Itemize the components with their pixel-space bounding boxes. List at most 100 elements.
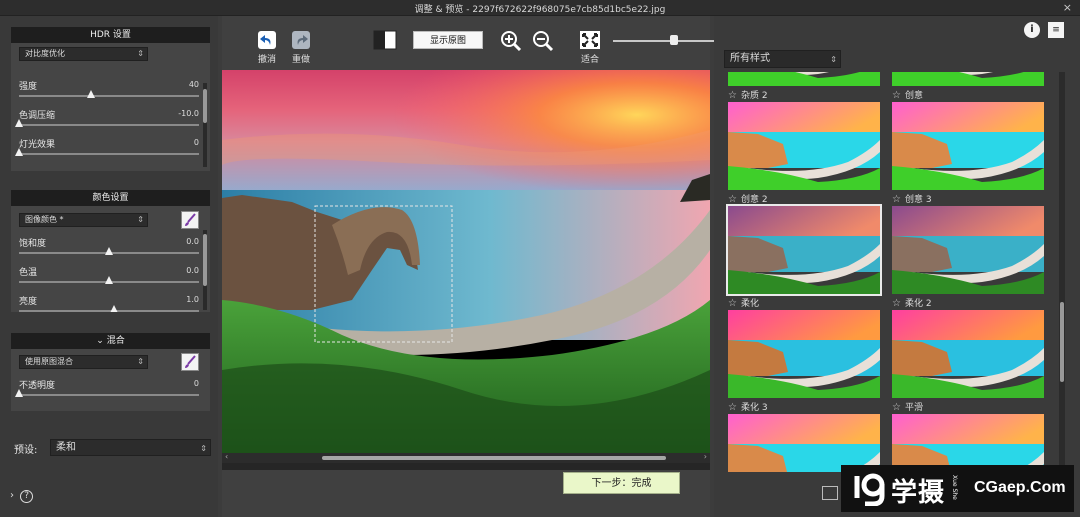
favorite-star-icon[interactable]: ☆ xyxy=(728,90,737,101)
slider-thumb[interactable] xyxy=(15,119,23,127)
hdr-scrollbar[interactable] xyxy=(203,83,207,167)
slider-track[interactable] xyxy=(19,95,199,97)
styles-scrollbar[interactable] xyxy=(1059,72,1065,472)
style-thumbnail[interactable]: ☆ 创意 2 xyxy=(724,102,880,206)
favorite-star-icon[interactable]: ☆ xyxy=(728,402,737,413)
style-thumbnail[interactable]: ☆ 柔化 3 xyxy=(724,310,880,414)
slider-thumb[interactable] xyxy=(15,389,23,397)
style-preview-image[interactable] xyxy=(728,72,880,86)
slider-strength[interactable]: 强度 40 xyxy=(19,79,199,105)
style-preview-image[interactable] xyxy=(892,72,1044,86)
style-filter-select[interactable]: 所有样式 ⇕ xyxy=(724,50,841,68)
style-thumbnail[interactable]: ☆ xyxy=(888,414,1044,472)
scroll-right-icon[interactable]: › xyxy=(704,452,707,461)
favorite-star-icon[interactable]: ☆ xyxy=(892,90,901,101)
color-mode-select[interactable]: 图像颜色 * ⇕ xyxy=(19,213,148,227)
style-preview-image[interactable] xyxy=(892,206,1044,294)
slider-thumb[interactable] xyxy=(105,276,113,284)
preview-image xyxy=(222,70,710,453)
preset-select[interactable]: 柔和 ⇕ xyxy=(50,439,211,456)
slider-value: 0 xyxy=(193,138,199,147)
slider-tone-compression[interactable]: 色调压缩 -10.0 xyxy=(15,108,199,134)
style-preview-image[interactable] xyxy=(728,414,880,472)
checkbox[interactable] xyxy=(822,486,838,500)
style-thumbnail[interactable]: ☆ xyxy=(724,414,880,472)
slider-track[interactable] xyxy=(19,124,199,126)
color-brush-button[interactable] xyxy=(181,211,199,229)
redo-icon xyxy=(292,31,310,49)
thumbnail-image xyxy=(728,72,880,86)
style-preview-image[interactable] xyxy=(892,310,1044,398)
redo-button[interactable]: 重做 xyxy=(291,30,311,65)
slider-color-temperature[interactable]: 色温 0.0 xyxy=(19,265,199,291)
preset-value: 柔和 xyxy=(56,442,76,453)
favorite-star-icon[interactable]: ☆ xyxy=(892,402,901,413)
scrollbar-thumb[interactable] xyxy=(203,89,207,123)
scrollbar-thumb[interactable] xyxy=(1060,302,1064,382)
style-thumbnail[interactable]: ☆ 平滑 xyxy=(888,310,1044,414)
undo-button[interactable]: 撤消 xyxy=(257,30,277,65)
select-arrow-icon: ⇕ xyxy=(137,215,144,224)
style-thumbnail[interactable]: ☆ 创意 3 xyxy=(888,102,1044,206)
zoom-out-button[interactable] xyxy=(532,30,554,54)
slider-track[interactable] xyxy=(19,394,199,396)
blend-settings-header[interactable]: ⌄ 混合 xyxy=(11,333,210,349)
style-thumbnail-grid: ☆杂质 2☆创意☆创意 2☆创意 3☆柔化☆柔化 2☆柔化 3☆平滑☆☆ xyxy=(724,72,1061,472)
collapse-icon: ⌄ xyxy=(96,336,104,346)
slider-opacity[interactable]: 不透明度 0 xyxy=(15,378,199,404)
style-thumbnail[interactable]: ☆ 柔化 xyxy=(724,204,882,310)
blend-brush-button[interactable] xyxy=(181,353,199,371)
favorite-star-icon[interactable]: ☆ xyxy=(728,298,737,309)
color-scrollbar[interactable] xyxy=(203,230,207,310)
favorite-star-icon[interactable]: ☆ xyxy=(892,194,901,205)
style-preview-image[interactable] xyxy=(726,204,882,296)
slider-track[interactable] xyxy=(19,153,199,155)
color-settings-header[interactable]: 颜色设置 xyxy=(11,190,210,206)
help-icon[interactable]: ? xyxy=(20,490,34,503)
undo-label: 撤消 xyxy=(257,55,276,65)
style-preview-image[interactable] xyxy=(728,102,880,190)
compare-split-button[interactable] xyxy=(373,30,397,52)
hdr-mode-select[interactable]: 对比度优化 ⇕ xyxy=(19,47,148,61)
slider-thumb[interactable] xyxy=(87,90,95,98)
fit-button[interactable]: 适合 xyxy=(579,30,601,65)
next-finish-button[interactable]: 下一步：完成 xyxy=(563,472,680,494)
info-icon[interactable]: i xyxy=(1024,22,1040,38)
thumbnail-image xyxy=(892,310,1044,398)
close-icon[interactable]: × xyxy=(1063,1,1072,14)
style-thumbnail[interactable]: ☆ 柔化 2 xyxy=(888,206,1044,310)
zoom-slider-thumb[interactable] xyxy=(669,35,678,45)
hdr-settings-header[interactable]: HDR 设置 xyxy=(11,27,210,43)
slider-thumb[interactable] xyxy=(105,247,113,255)
brand-name-cn: 学摄 xyxy=(891,478,946,508)
zoom-slider-track[interactable] xyxy=(613,40,723,42)
scrollbar-thumb[interactable] xyxy=(322,456,666,460)
style-preview-image[interactable] xyxy=(892,414,1044,472)
thumbnail-image xyxy=(892,72,1044,86)
scrollbar-thumb[interactable] xyxy=(203,234,207,286)
favorite-star-icon[interactable]: ☆ xyxy=(728,194,737,205)
slider-thumb[interactable] xyxy=(15,148,23,156)
image-canvas[interactable] xyxy=(222,70,710,453)
expand-icon[interactable]: › xyxy=(10,490,14,501)
style-label: 杂质 2 xyxy=(740,91,768,101)
menu-icon[interactable]: ≡ xyxy=(1048,22,1064,38)
style-thumbnail[interactable]: ☆ 创意 xyxy=(888,72,1044,102)
slider-track[interactable] xyxy=(19,310,199,312)
style-preview-image[interactable] xyxy=(728,310,880,398)
zoom-in-button[interactable] xyxy=(500,30,522,54)
fit-icon xyxy=(580,31,600,49)
scroll-left-icon[interactable]: ‹ xyxy=(225,452,228,461)
style-preview-image[interactable] xyxy=(892,102,1044,190)
hdr-settings-group: HDR 设置 对比度优化 ⇕ 强度 40 色调压缩 -10.0 灯光效果 0 xyxy=(11,27,210,171)
slider-thumb[interactable] xyxy=(110,305,119,312)
slider-saturation[interactable]: 饱和度 0.0 xyxy=(19,236,199,262)
style-thumbnail[interactable]: ☆ 杂质 2 xyxy=(724,72,880,102)
favorite-star-icon[interactable]: ☆ xyxy=(892,298,901,309)
canvas-horizontal-scrollbar[interactable]: ‹ › xyxy=(222,452,710,463)
slider-brightness[interactable]: 亮度 1.0 xyxy=(19,294,199,312)
show-original-button[interactable]: 显示原图 xyxy=(413,31,483,49)
slider-lighting-effect[interactable]: 灯光效果 0 xyxy=(15,137,199,163)
blend-mode-select[interactable]: 使用原图混合 ⇕ xyxy=(19,355,148,369)
window-title: 调整 & 预览 - 2297f672622f968075e7cb85d1bc5e… xyxy=(414,5,666,15)
